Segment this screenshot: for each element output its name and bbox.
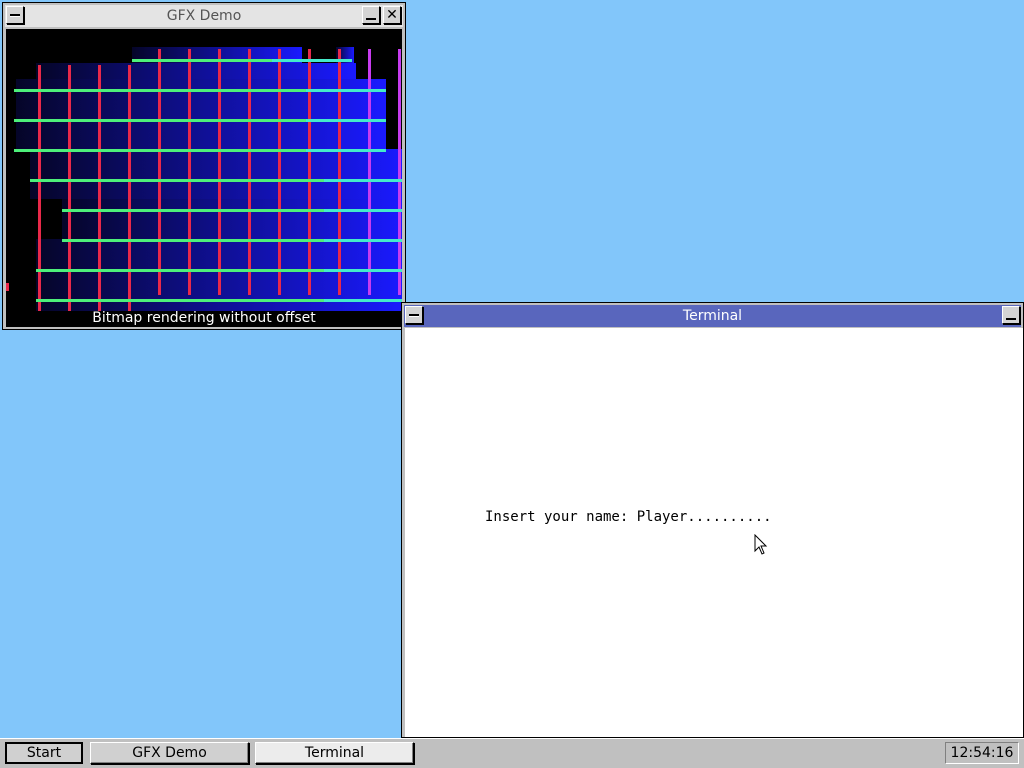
bitmap-vertical-line [278,49,281,295]
gfx-caption: Bitmap rendering without offset [92,310,316,326]
bitmap-vertical-line [338,49,341,295]
terminal-window-menu-button[interactable] [405,306,423,324]
gfx-close-button[interactable]: ✕ [383,6,401,24]
bitmap-vertical-line [308,49,311,295]
taskbar: Start GFX Demo Terminal 12:54:16 [0,738,1024,768]
bitmap-block [30,149,402,199]
minimize-icon [366,18,376,20]
minimize-icon [1006,318,1016,320]
bitmap-horizontal-line-highlight [324,209,402,212]
bitmap-horizontal-line-highlight [306,89,386,92]
bitmap-horizontal-line-highlight [306,149,386,152]
gfx-demo-titlebar[interactable]: GFX Demo ✕ [5,5,403,27]
bitmap-vertical-line [158,49,161,295]
taskbar-clock: 12:54:16 [945,742,1019,764]
bitmap-vertical-line [218,49,221,295]
bitmap-render [6,47,402,311]
mouse-cursor-icon [754,534,768,555]
bitmap-vertical-line [128,65,131,311]
bitmap-vertical-line [398,49,401,295]
gfx-demo-window[interactable]: GFX Demo ✕ Bitmap rendering without offs… [2,2,406,330]
terminal-title: Terminal [682,308,743,324]
gfx-window-menu-button[interactable] [6,6,24,24]
gfx-canvas: Bitmap rendering without offset [6,29,402,327]
close-icon: ✕ [386,7,398,23]
terminal-prompt-line: Insert your name: Player.......... [485,509,772,525]
terminal-window[interactable]: Terminal Insert your name: Player.......… [401,302,1024,738]
bitmap-vertical-line [368,49,371,295]
terminal-minimize-button[interactable] [1002,306,1020,324]
gfx-demo-title: GFX Demo [166,8,242,24]
terminal-output[interactable]: Insert your name: Player.......... [405,328,1023,737]
window-menu-icon [10,13,20,17]
taskbar-item-terminal[interactable]: Terminal [255,742,414,764]
bitmap-vertical-line [188,49,191,295]
gfx-minimize-button[interactable] [362,6,380,24]
bitmap-horizontal-line-highlight [324,239,402,242]
bitmap-block [62,199,402,239]
bitmap-horizontal-line-highlight [324,179,402,182]
taskbar-item-gfx-demo[interactable]: GFX Demo [90,742,249,764]
bitmap-pixel [6,283,9,291]
bitmap-vertical-line [68,65,71,311]
bitmap-horizontal-line-highlight [272,59,352,62]
window-menu-icon [409,313,419,317]
bitmap-vertical-line [248,49,251,295]
terminal-titlebar[interactable]: Terminal [404,305,1021,327]
desktop[interactable]: GFX Demo ✕ Bitmap rendering without offs… [0,0,1024,768]
bitmap-vertical-line [98,65,101,311]
bitmap-vertical-line [38,65,41,311]
bitmap-horizontal-line-highlight [324,269,402,272]
bitmap-horizontal-line-highlight [306,119,386,122]
start-button[interactable]: Start [5,742,83,764]
bitmap-horizontal-line-highlight [324,299,402,302]
